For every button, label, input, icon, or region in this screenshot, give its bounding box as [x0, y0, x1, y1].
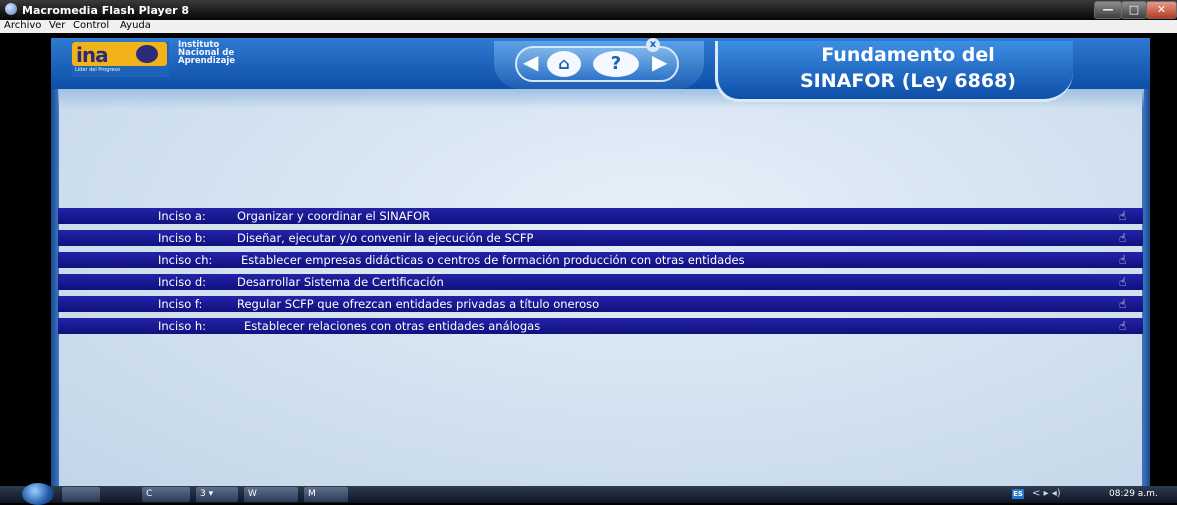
inciso-label: Inciso d: — [158, 275, 207, 289]
page-title-line-2: SINAFOR (Ley 6868) — [800, 70, 1016, 92]
taskbar-item-2[interactable]: 3 ▾ — [196, 487, 238, 502]
hand-pointer-icon[interactable]: ☝ — [1119, 252, 1126, 268]
inciso-text: Diseñar, ejecutar y/o convenir la ejecuc… — [237, 231, 534, 245]
taskbar-item-3[interactable]: W — [244, 487, 298, 502]
hand-pointer-icon[interactable]: ☝ — [1119, 208, 1126, 224]
inciso-row-d[interactable]: Inciso d: Desarrollar Sistema de Certifi… — [58, 274, 1143, 290]
menu-archivo[interactable]: Archivo — [4, 20, 41, 31]
page-title: Fundamento del SINAFOR (Ley 6868) — [768, 42, 1048, 94]
menu-bar: Archivo Ver Control Ayuda — [0, 20, 1177, 33]
taskbar-item-1[interactable]: C — [142, 487, 190, 502]
clock[interactable]: 08:29 a.m. — [1109, 489, 1158, 499]
inciso-label: Inciso h: — [158, 319, 207, 333]
start-button[interactable] — [22, 483, 54, 505]
tray-icons[interactable]: < ▸ ◂) — [1032, 488, 1061, 499]
inciso-text: Desarrollar Sistema de Certificación — [237, 275, 444, 289]
home-icon[interactable]: ⌂ — [547, 51, 581, 77]
menu-control[interactable]: Control — [73, 20, 109, 31]
inciso-label: Inciso b: — [158, 231, 207, 245]
logo-tagline: Líder del Progreso — [75, 67, 121, 73]
hand-pointer-icon[interactable]: ☝ — [1119, 274, 1126, 290]
hand-pointer-icon[interactable]: ☝ — [1119, 296, 1126, 312]
minimize-button[interactable]: — — [1094, 1, 1122, 19]
ina-logo: ina Líder del Progreso — [72, 42, 169, 77]
taskbar-item-4[interactable]: M — [304, 487, 348, 502]
flash-player-icon — [5, 3, 17, 15]
previous-arrow-icon[interactable]: ◀ — [523, 50, 538, 74]
close-x-icon[interactable]: x — [646, 38, 660, 52]
logo-circle — [136, 45, 158, 63]
inciso-label: Inciso a: — [158, 209, 206, 223]
inciso-row-ch[interactable]: Inciso ch: Establecer empresas didáctica… — [58, 252, 1143, 268]
next-arrow-icon[interactable]: ▶ — [652, 50, 667, 74]
page-title-line-1: Fundamento del — [821, 44, 995, 66]
inciso-row-b[interactable]: Inciso b: Diseñar, ejecutar y/o convenir… — [58, 230, 1143, 246]
help-icon[interactable]: ? — [593, 51, 639, 77]
hand-pointer-icon[interactable]: ☝ — [1119, 318, 1126, 334]
taskbar-quicklaunch[interactable] — [62, 487, 100, 502]
inciso-row-f[interactable]: Inciso f: Regular SCFP que ofrezcan enti… — [58, 296, 1143, 312]
institute-name: Instituto Nacional de Aprendizaje — [178, 41, 236, 66]
institute-line-3: Aprendizaje — [178, 56, 236, 66]
language-indicator[interactable]: ES — [1012, 489, 1024, 499]
inciso-list: Inciso a: Organizar y coordinar el SINAF… — [58, 208, 1143, 340]
taskbar: C 3 ▾ W M ES < ▸ ◂) 08:29 a.m. — [0, 483, 1177, 505]
inciso-label: Inciso f: — [158, 297, 203, 311]
window-title-bar[interactable]: Macromedia Flash Player 8 — □ ✕ — [0, 0, 1177, 20]
inciso-text: Regular SCFP que ofrezcan entidades priv… — [237, 297, 600, 311]
close-button[interactable]: ✕ — [1146, 1, 1177, 19]
flash-stage: ina Líder del Progreso Instituto Naciona… — [0, 33, 1177, 486]
hand-pointer-icon[interactable]: ☝ — [1119, 230, 1126, 246]
inciso-label: Inciso ch: — [158, 253, 213, 267]
inciso-text: Establecer relaciones con otras entidade… — [244, 319, 541, 333]
window-title: Macromedia Flash Player 8 — [22, 4, 190, 17]
inciso-row-a[interactable]: Inciso a: Organizar y coordinar el SINAF… — [58, 208, 1143, 224]
inciso-text: Organizar y coordinar el SINAFOR — [237, 209, 431, 223]
maximize-button[interactable]: □ — [1121, 1, 1147, 19]
menu-ayuda[interactable]: Ayuda — [120, 20, 151, 31]
title-panel: Fundamento del SINAFOR (Ley 6868) — [715, 41, 1073, 102]
logo-text: ina — [76, 43, 109, 67]
inciso-text: Establecer empresas didácticas o centros… — [241, 253, 745, 267]
menu-ver[interactable]: Ver — [49, 20, 65, 31]
inciso-row-h[interactable]: Inciso h: Establecer relaciones con otra… — [58, 318, 1143, 334]
